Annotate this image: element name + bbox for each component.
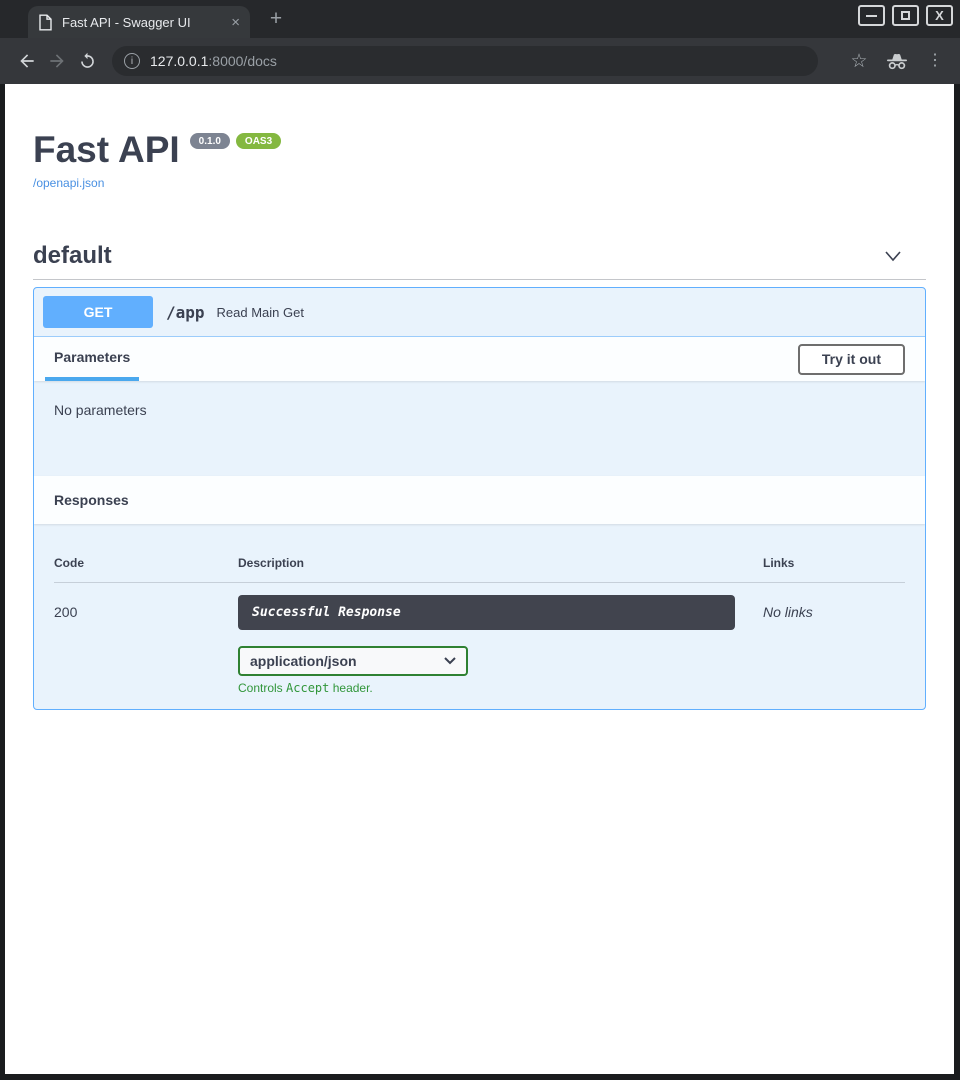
column-header-links: Links — [763, 556, 905, 570]
reload-button[interactable] — [72, 46, 102, 76]
minimize-button[interactable] — [858, 5, 885, 26]
page-title: Fast API 0.1.0 OAS3 — [33, 130, 926, 170]
response-row-200: 200 Successful Response application/json… — [54, 583, 905, 695]
response-links: No links — [763, 595, 905, 695]
column-header-description: Description — [238, 556, 763, 570]
api-info: Fast API 0.1.0 OAS3 /openapi.json — [5, 84, 954, 192]
select-chevron-icon — [444, 657, 456, 665]
responses-section-header: Responses — [34, 476, 925, 524]
url-path: :8000/docs — [208, 53, 277, 69]
media-type-select[interactable]: application/json — [238, 646, 468, 676]
hint-suffix: header. — [329, 681, 372, 695]
responses-section-label: Responses — [54, 492, 129, 508]
tab-title: Fast API - Swagger UI — [62, 15, 222, 30]
site-info-icon[interactable]: i — [124, 53, 140, 69]
browser-menu-button[interactable]: ⋮ — [922, 48, 948, 74]
version-badge: 0.1.0 — [190, 133, 230, 149]
forward-icon — [47, 51, 67, 71]
window-controls: X — [858, 5, 953, 26]
maximize-button[interactable] — [892, 5, 919, 26]
hint-prefix: Controls — [238, 681, 286, 695]
browser-chrome: Fast API - Swagger UI × + X i 127.0.0.1:… — [0, 0, 960, 84]
new-tab-button[interactable]: + — [264, 7, 288, 31]
back-icon — [17, 51, 37, 71]
maximize-icon — [901, 11, 910, 20]
openapi-spec-link[interactable]: /openapi.json — [33, 176, 104, 190]
incognito-button[interactable] — [884, 48, 910, 74]
response-description: Successful Response — [238, 595, 735, 630]
operation-summary-text: Read Main Get — [217, 305, 304, 320]
api-title-text: Fast API — [33, 129, 180, 170]
column-header-code: Code — [54, 556, 238, 570]
try-it-out-button[interactable]: Try it out — [798, 344, 905, 375]
operation-block-get-app: GET /app Read Main Get Parameters Try it… — [33, 287, 926, 710]
chevron-down-icon — [882, 247, 904, 265]
close-window-button[interactable]: X — [926, 5, 953, 26]
parameters-body: No parameters — [34, 381, 925, 476]
forward-button[interactable] — [42, 46, 72, 76]
accept-header-hint: Controls Accept header. — [238, 681, 763, 695]
back-button[interactable] — [12, 46, 42, 76]
browser-tab[interactable]: Fast API - Swagger UI × — [28, 6, 250, 38]
url-host: 127.0.0.1 — [150, 53, 208, 69]
address-bar[interactable]: i 127.0.0.1:8000/docs — [112, 46, 818, 76]
swagger-page: Fast API0.1.0OAS3 /openapi.json default … — [5, 84, 954, 1074]
hint-code: Accept — [286, 681, 329, 695]
document-icon — [38, 14, 53, 31]
oas3-badge: OAS3 — [236, 133, 281, 149]
responses-table-header: Code Description Links — [54, 556, 905, 583]
responses-table: Code Description Links 200 Successful Re… — [34, 524, 925, 709]
operation-path: /app — [166, 303, 205, 322]
response-code: 200 — [54, 595, 238, 695]
tag-name: default — [33, 242, 112, 270]
no-parameters-text: No parameters — [54, 402, 147, 418]
url-text[interactable]: 127.0.0.1:8000/docs — [150, 53, 277, 69]
close-tab-icon[interactable]: × — [231, 15, 240, 30]
response-description-cell: Successful Response application/json Con… — [238, 595, 763, 695]
incognito-icon — [886, 53, 908, 70]
tab-parameters[interactable]: Parameters — [45, 337, 139, 381]
tag-section-header[interactable]: default — [33, 242, 926, 280]
bookmark-button[interactable]: ☆ — [846, 48, 872, 74]
http-method-badge: GET — [43, 296, 153, 328]
kebab-menu-icon: ⋮ — [927, 53, 943, 69]
minimize-icon — [866, 15, 877, 17]
parameters-section-header: Parameters Try it out — [34, 337, 925, 381]
media-type-selected: application/json — [250, 653, 357, 669]
operation-summary[interactable]: GET /app Read Main Get — [34, 288, 925, 337]
tab-strip: Fast API - Swagger UI × + X — [0, 0, 960, 38]
reload-icon — [78, 52, 97, 71]
browser-toolbar: i 127.0.0.1:8000/docs ☆ ⋮ — [0, 38, 960, 84]
parameters-tab-label: Parameters — [54, 349, 130, 365]
close-window-icon: X — [935, 9, 944, 22]
collapse-section-button[interactable] — [882, 247, 904, 265]
star-icon: ☆ — [850, 52, 867, 71]
